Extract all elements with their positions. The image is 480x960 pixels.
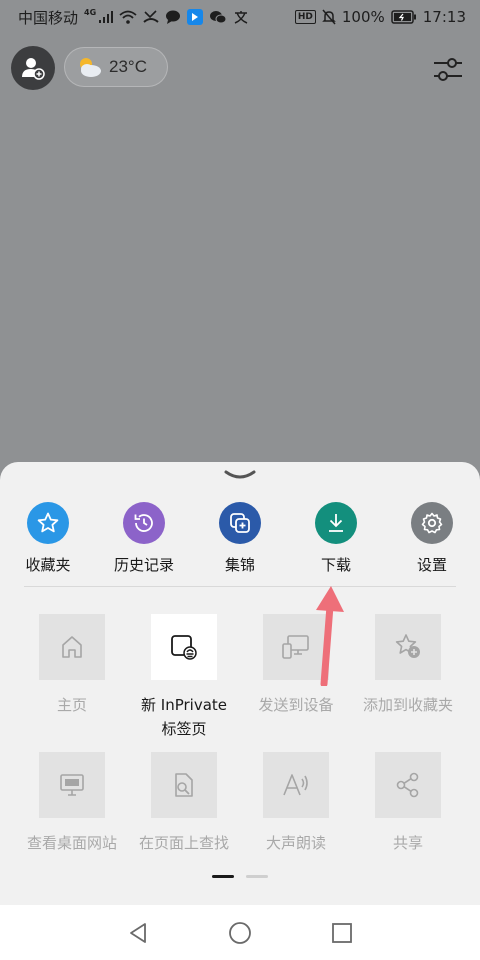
- wechat-icon: [209, 10, 227, 24]
- find-on-page-button[interactable]: 在页面上查找: [128, 752, 240, 855]
- monitor-icon: [60, 774, 84, 796]
- weather-temperature: 23°C: [109, 57, 147, 76]
- settings-label: 设置: [416, 556, 447, 574]
- page-dot[interactable]: [246, 875, 268, 878]
- star-add-icon: [395, 634, 420, 658]
- share-button[interactable]: 共享: [352, 752, 464, 855]
- new-inprivate-label: 新 InPrivate 标签页: [141, 693, 227, 741]
- favorites-label: 收藏夹: [25, 556, 71, 574]
- add-to-favorites-button[interactable]: 添加到收藏夹: [352, 614, 464, 717]
- mute-bell-icon: [322, 9, 336, 25]
- system-nav-bar: [0, 905, 480, 960]
- home-nav-button[interactable]: [225, 918, 255, 948]
- add-to-favorites-label: 添加到收藏夹: [362, 696, 453, 714]
- status-right: HD 100% 17:13: [294, 8, 466, 26]
- menu-bottom-sheet: 收藏夹 历史记录 集锦 下载 设置 主页 新 InPrivate 标签页 发送到…: [0, 462, 480, 960]
- back-triangle-icon: [130, 922, 146, 943]
- read-aloud-button[interactable]: 大声朗读: [240, 752, 352, 855]
- hd-badge: HD: [294, 10, 316, 24]
- home-circle-icon: [229, 921, 251, 944]
- recents-square-icon: [332, 922, 352, 943]
- download-icon: [329, 514, 343, 532]
- carrier-label: 中国移动: [18, 8, 79, 27]
- battery-percent: 100%: [341, 8, 385, 26]
- weather-widget[interactable]: 23°C: [64, 47, 168, 87]
- home-button[interactable]: 主页: [16, 614, 128, 717]
- share-icon: [396, 772, 419, 798]
- desktop-site-tile: [39, 752, 105, 818]
- page-dot-active[interactable]: [212, 875, 234, 878]
- share-label: 共享: [392, 834, 423, 852]
- page-settings-button[interactable]: [432, 57, 464, 83]
- annotation-arrow-icon: [316, 586, 344, 686]
- history-icon: [134, 514, 153, 532]
- settings-button[interactable]: 设置: [384, 502, 480, 575]
- sliders-icon: [434, 58, 462, 81]
- desktop-site-button[interactable]: 查看桌面网站: [16, 752, 128, 855]
- find-in-page-icon: [175, 773, 193, 797]
- inprivate-icon: [171, 635, 197, 660]
- collections-circle: [219, 502, 261, 544]
- battery-icon: [391, 10, 417, 24]
- status-bar: 中国移动 4G HD 100% 17:13: [0, 0, 480, 34]
- star-icon: [37, 512, 59, 533]
- find-on-page-label: 在页面上查找: [138, 834, 229, 852]
- favorites-circle: [27, 502, 69, 544]
- wifi-icon: [119, 10, 137, 24]
- add-profile-button[interactable]: [11, 46, 55, 90]
- read-aloud-tile: [263, 752, 329, 818]
- downloads-circle: [315, 502, 357, 544]
- home-tile: [39, 614, 105, 680]
- favorites-button[interactable]: 收藏夹: [0, 502, 96, 575]
- home-label: 主页: [56, 696, 87, 714]
- gear-icon: [421, 512, 443, 534]
- divider: [24, 586, 456, 587]
- collapse-handle-icon[interactable]: [223, 468, 257, 482]
- recents-button[interactable]: [327, 918, 357, 948]
- network-type-label: 4G: [84, 7, 97, 17]
- history-label: 历史记录: [113, 556, 174, 574]
- read-aloud-icon: [283, 774, 308, 796]
- collections-label: 集锦: [224, 556, 255, 574]
- devices-icon: [282, 635, 309, 659]
- downloads-button[interactable]: 下载: [288, 502, 384, 575]
- collections-icon: [230, 513, 250, 533]
- add-to-favorites-tile: [375, 614, 441, 680]
- signal-icon: [99, 11, 114, 23]
- read-aloud-label: 大声朗读: [265, 834, 326, 852]
- primary-actions-row: 收藏夹 历史记录 集锦 下载 设置: [0, 502, 480, 575]
- collections-button[interactable]: 集锦: [192, 502, 288, 575]
- new-inprivate-label-line1: 新 InPrivate: [141, 696, 227, 714]
- back-button[interactable]: [123, 918, 153, 948]
- clock: 17:13: [422, 8, 466, 26]
- partly-cloudy-icon: [80, 58, 101, 77]
- find-on-page-tile: [151, 752, 217, 818]
- inprivate-tile: [151, 614, 217, 680]
- status-left: 中国移动 4G: [18, 7, 249, 28]
- downloads-label: 下载: [320, 556, 351, 574]
- history-button[interactable]: 历史记录: [96, 502, 192, 575]
- share-tile: [375, 752, 441, 818]
- desktop-site-label: 查看桌面网站: [26, 834, 117, 852]
- settings-circle: [411, 502, 453, 544]
- message-icon: [165, 10, 181, 24]
- missed-call-icon: [143, 10, 159, 24]
- history-circle: [123, 502, 165, 544]
- home-icon: [62, 636, 82, 658]
- new-inprivate-label-line2: 标签页: [161, 720, 207, 738]
- app-notification-icon: [187, 9, 204, 25]
- page-indicator: [212, 875, 268, 878]
- new-inprivate-tab-button[interactable]: 新 InPrivate 标签页: [128, 614, 240, 741]
- person-add-icon: [22, 58, 45, 80]
- translate-icon: [233, 10, 249, 24]
- send-to-device-label: 发送到设备: [258, 696, 334, 714]
